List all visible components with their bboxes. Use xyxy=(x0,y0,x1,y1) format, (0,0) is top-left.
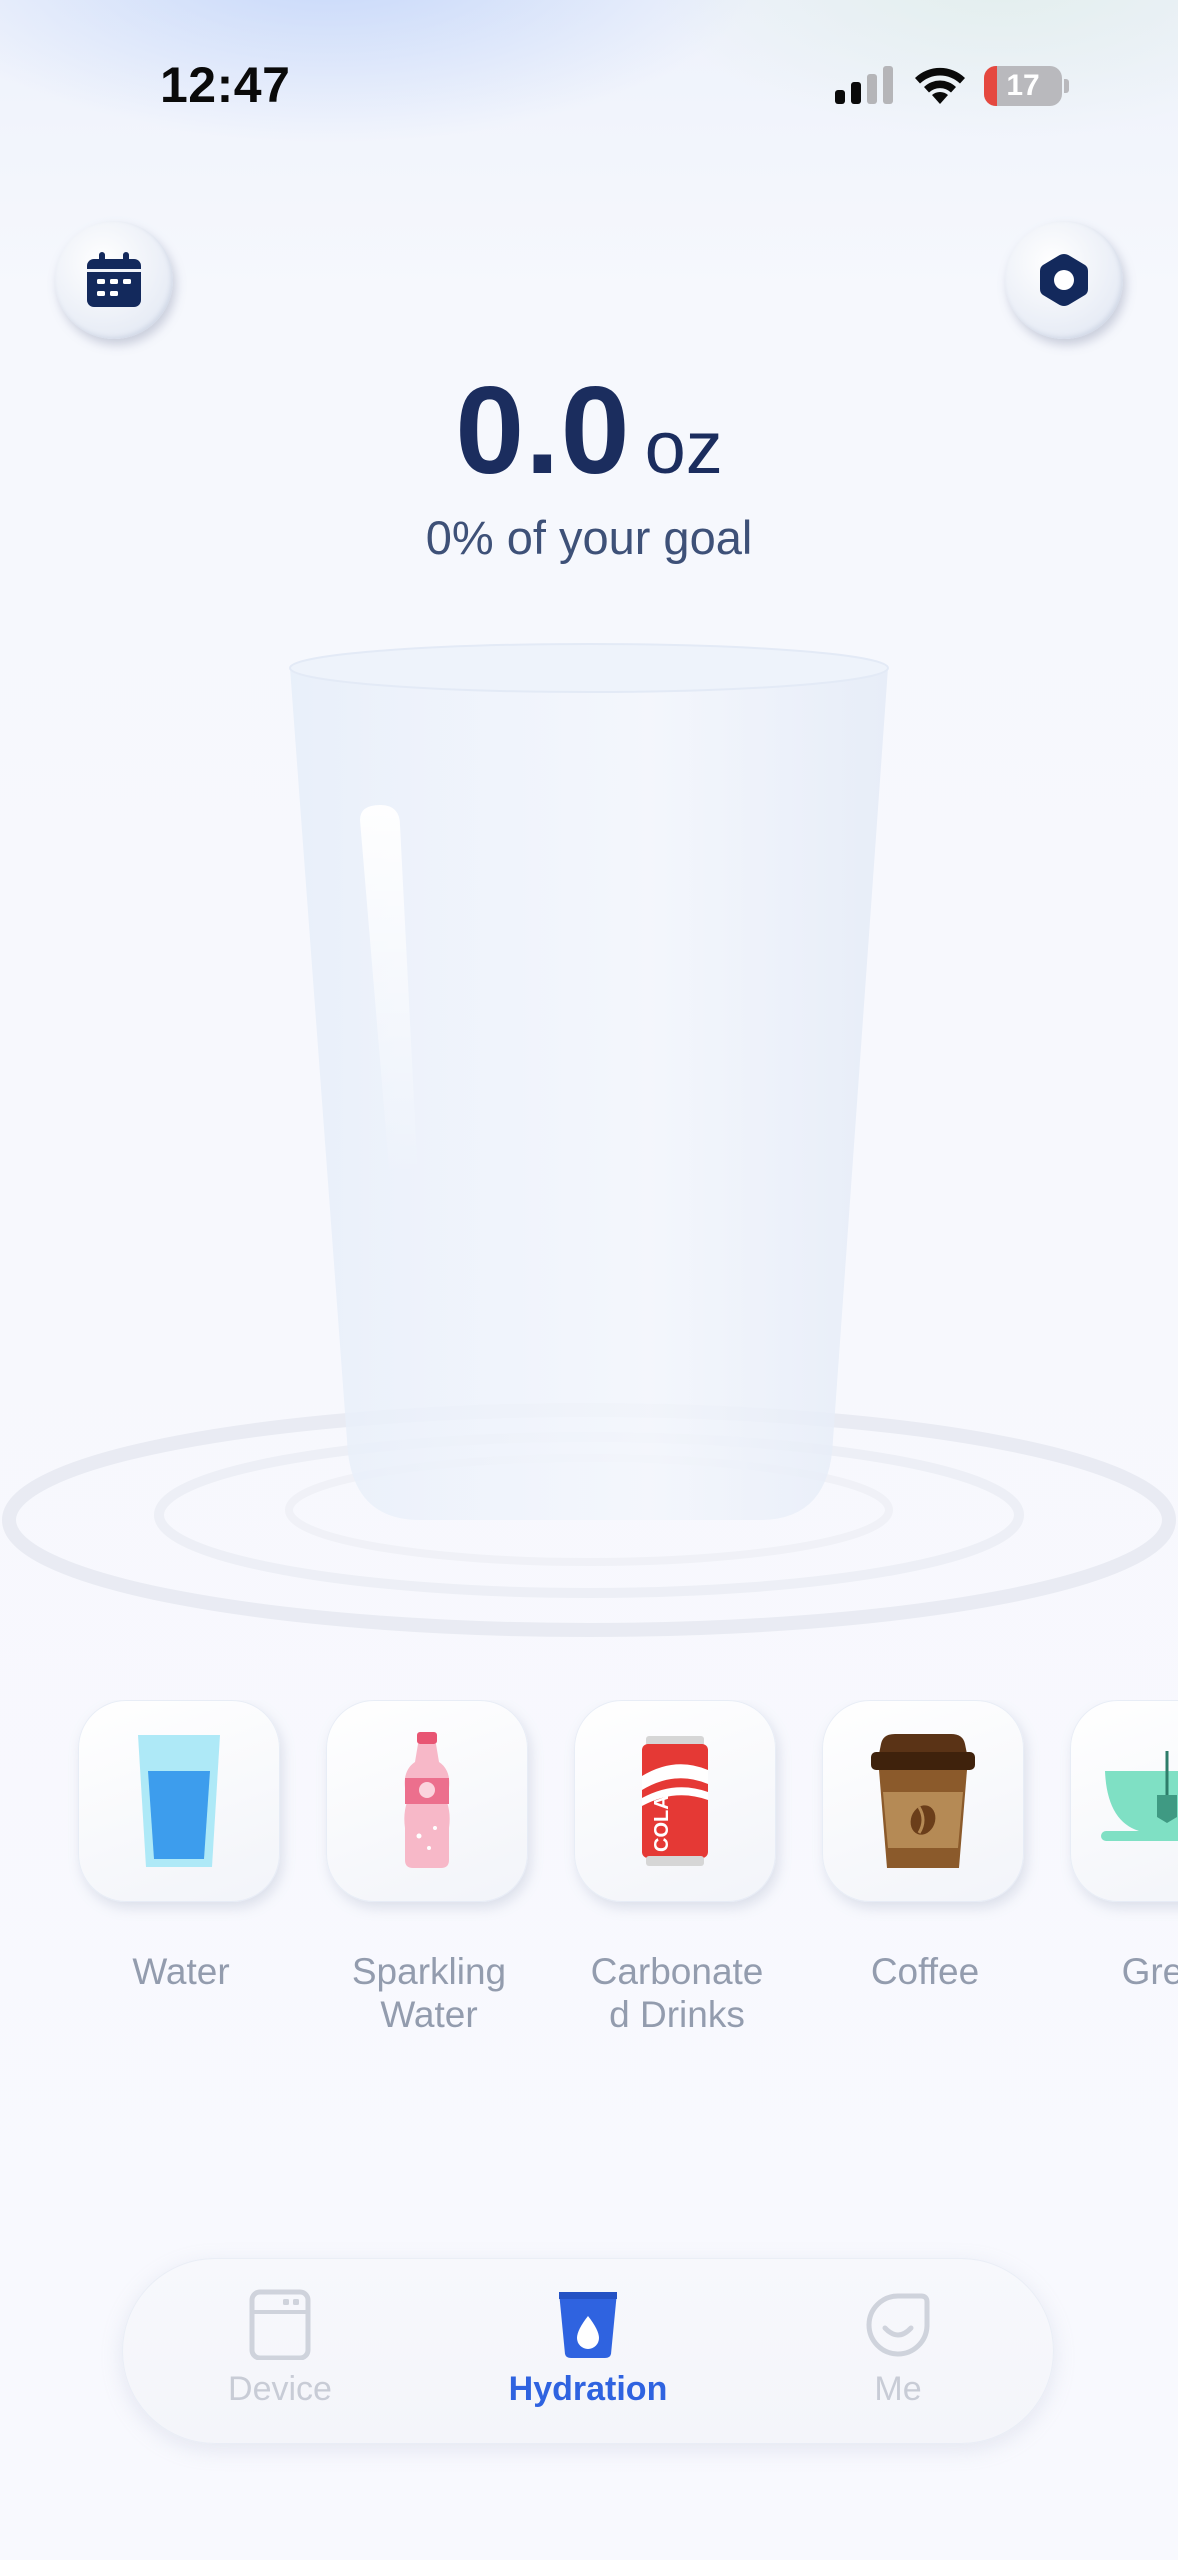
drink-card[interactable]: COLA xyxy=(574,1700,776,1902)
device-icon xyxy=(249,2289,311,2360)
intake-amount: 0.0 oz xyxy=(0,360,1178,502)
calendar-button[interactable] xyxy=(55,221,173,339)
drink-item-green-tea[interactable]: Green xyxy=(1070,1700,1178,1993)
drink-selector: Water Sparkling Water COLA Carbonate d D… xyxy=(0,1700,1178,2040)
water-cup-illustration xyxy=(2,643,1176,1637)
drink-label: Coffee xyxy=(870,1951,980,1992)
intake-value: 0.0 xyxy=(455,362,631,500)
coffee-cup-icon xyxy=(871,1734,975,1868)
hydration-cup-icon xyxy=(559,2292,617,2358)
nav-item-me[interactable]: Me xyxy=(778,2258,1018,2444)
cola-can-icon: COLA xyxy=(642,1736,708,1866)
goal-progress-text: 0% of your goal xyxy=(425,511,753,564)
nav-item-hydration[interactable]: Hydration xyxy=(468,2258,708,2444)
drink-item-coffee[interactable]: Coffee xyxy=(822,1700,1028,1993)
drink-card[interactable] xyxy=(78,1700,280,1902)
nav-label-device: Device xyxy=(228,2370,332,2408)
drink-label: Water xyxy=(132,1951,230,1992)
drink-card[interactable] xyxy=(1070,1700,1178,1902)
status-time: 12:47 xyxy=(160,57,291,113)
cola-can-text: COLA xyxy=(651,1795,673,1852)
drink-label: Green xyxy=(1121,1951,1178,1992)
intake-unit: oz xyxy=(644,406,723,489)
wifi-icon xyxy=(915,67,965,104)
drink-item-water[interactable]: Water xyxy=(78,1700,284,1993)
drink-card[interactable] xyxy=(822,1700,1024,1902)
nav-label-hydration: Hydration xyxy=(508,2370,668,2408)
nav-item-device[interactable]: Device xyxy=(160,2258,400,2444)
hexagon-settings-icon xyxy=(1040,254,1088,306)
settings-button[interactable] xyxy=(1005,221,1123,339)
status-bar: 12:47 17 xyxy=(0,0,1178,170)
sparkling-water-bottle-icon xyxy=(404,1732,450,1868)
battery-indicator: 17 xyxy=(984,66,1069,106)
drink-item-carbonated-drinks[interactable]: COLA Carbonate d Drinks xyxy=(574,1700,780,2036)
cellular-signal-icon xyxy=(835,66,893,104)
green-tea-cup-icon xyxy=(1101,1751,1178,1841)
nav-label-me: Me xyxy=(874,2370,922,2408)
battery-level: 17 xyxy=(1006,69,1040,102)
bottom-nav: Device Hydration Me xyxy=(122,2258,1054,2444)
smile-icon xyxy=(866,2293,930,2357)
calendar-icon xyxy=(87,252,141,307)
drink-item-sparkling-water[interactable]: Sparkling Water xyxy=(326,1700,532,2036)
drink-card[interactable] xyxy=(326,1700,528,1902)
drink-label: Carbonate d Drinks xyxy=(590,1951,764,2035)
water-glass-icon xyxy=(138,1735,220,1867)
drink-label: Sparkling Water xyxy=(351,1951,507,2035)
